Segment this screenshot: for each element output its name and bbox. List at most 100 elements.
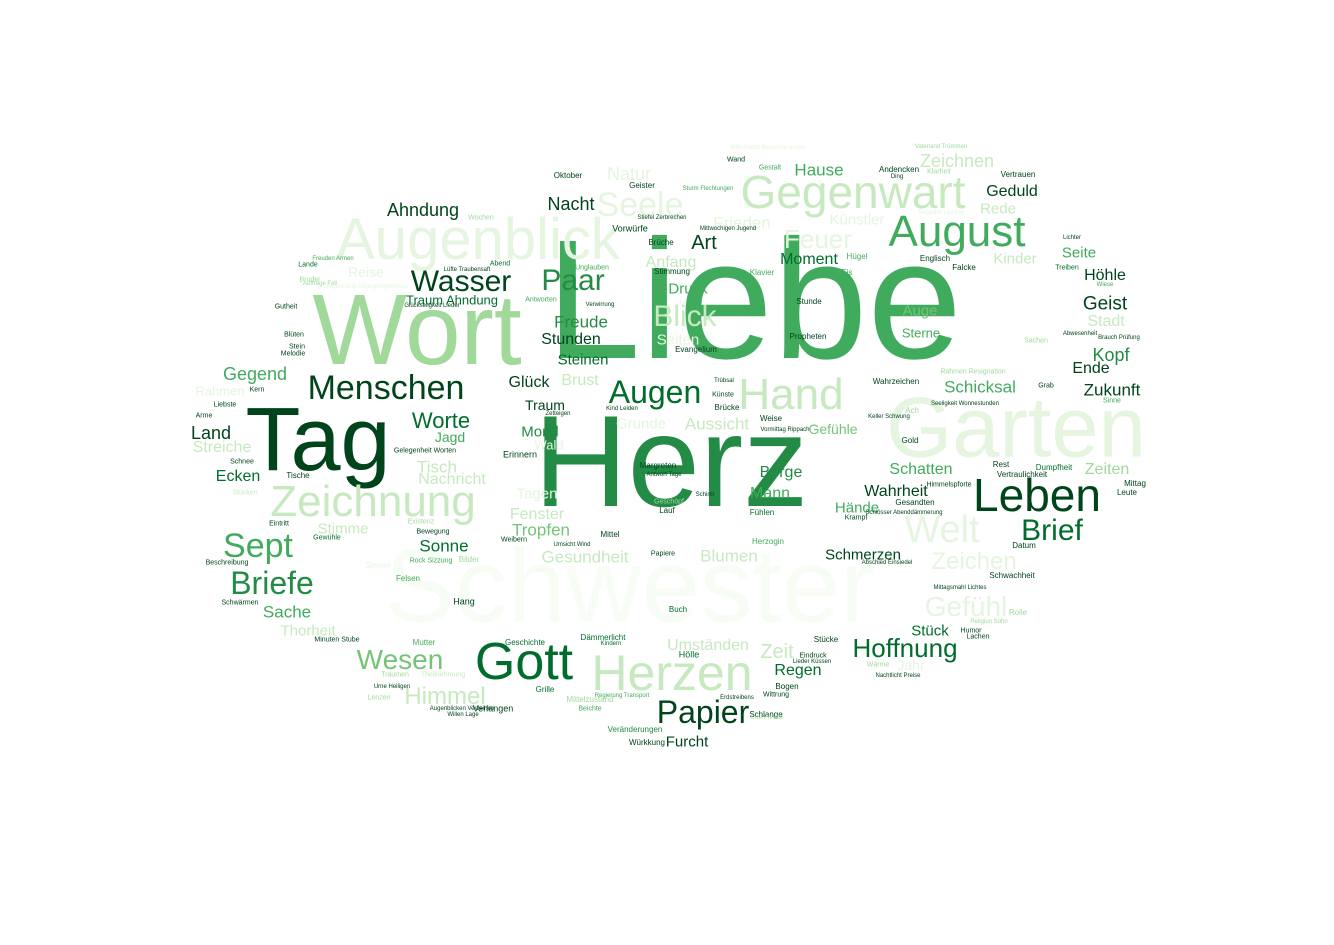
cloud-word: Steinen	[557, 351, 609, 369]
cloud-word: Klarheit	[927, 168, 951, 176]
cloud-word: Himmelspforte	[926, 481, 972, 489]
cloud-word: Keller Schwung	[868, 414, 910, 420]
cloud-word: Gesandten	[895, 498, 935, 507]
cloud-word: Stein	[289, 343, 305, 351]
cloud-word: Feuer	[784, 224, 852, 254]
cloud-word: Kinder	[993, 250, 1037, 268]
cloud-word: Aussicht	[684, 414, 750, 434]
cloud-word: Trübsal	[714, 378, 734, 384]
cloud-word: Hang	[453, 596, 475, 607]
cloud-word: Margreten	[639, 461, 677, 470]
cloud-word: Vertrauen	[1000, 170, 1036, 179]
cloud-word: Vertraulichkeit	[996, 470, 1048, 479]
cloud-word: Brust	[561, 372, 599, 389]
cloud-word: Rock Sizzung	[409, 557, 453, 565]
cloud-word: Rahmen Resignation	[940, 368, 1006, 376]
cloud-word: Sinne	[1103, 397, 1121, 405]
cloud-word: Rest	[992, 460, 1010, 469]
cloud-word: Hand	[738, 370, 844, 419]
cloud-word: Sache	[262, 602, 312, 622]
cloud-word: Abschied Einsiedel	[861, 560, 913, 566]
cloud-word: Blumen	[700, 546, 758, 566]
cloud-word: Blüten	[284, 331, 304, 339]
cloud-word: Englisch	[919, 254, 951, 263]
cloud-word: Glück	[508, 374, 550, 391]
cloud-word: Lichter	[1062, 235, 1082, 241]
cloud-word: Lieder Küssen	[792, 659, 832, 665]
cloud-word: Tag	[245, 390, 391, 490]
cloud-word: Eintritt	[269, 520, 289, 528]
cloud-word: Leute	[1116, 488, 1138, 497]
cloud-word: Evangelium	[675, 345, 717, 354]
cloud-word: Gefühl	[924, 591, 1008, 622]
cloud-word: Humor	[960, 627, 982, 635]
cloud-word: Abend	[489, 260, 511, 268]
cloud-word: Willen Lage	[447, 712, 479, 718]
cloud-word: Geduld	[986, 183, 1038, 200]
cloud-word: Geister	[629, 181, 655, 190]
cloud-word: Gewühle	[313, 534, 341, 542]
cloud-word: Sterne	[901, 325, 941, 341]
cloud-word: Mittag	[1124, 479, 1146, 488]
cloud-word: Existenz	[407, 518, 435, 526]
cloud-word: Ahndung	[386, 200, 460, 220]
cloud-word: Schatten	[889, 461, 953, 478]
cloud-word: Gesundheit	[541, 547, 629, 567]
cloud-word: Jagd	[434, 429, 466, 445]
cloud-word: Gefühle	[808, 421, 858, 437]
cloud-word: Lust Freude	[750, 715, 784, 721]
cloud-word: Ding	[890, 174, 904, 180]
cloud-word: Klavier	[749, 268, 775, 277]
cloud-word: Lauf	[659, 506, 675, 515]
cloud-word: Minuten Stube	[314, 636, 360, 644]
cloud-word: Eis	[841, 268, 853, 277]
cloud-word: Auge	[902, 302, 938, 320]
cloud-word: Dumpfheit	[1035, 463, 1073, 472]
cloud-word: Seeligkeit Wonnestunden	[931, 401, 999, 407]
cloud-word: Schwachheit	[989, 571, 1035, 580]
cloud-word: Arme	[195, 412, 213, 420]
cloud-word: Sept	[223, 527, 293, 565]
cloud-word: Gegenstand Übungsergebnisse	[323, 284, 409, 290]
cloud-word: Tagen	[516, 485, 558, 503]
cloud-word: Kindern	[600, 641, 622, 647]
cloud-word: Schnee	[230, 458, 254, 466]
cloud-word: Buch	[668, 605, 688, 614]
cloud-word: Andencken	[878, 165, 920, 174]
cloud-word: Vaterland Trümmen	[914, 144, 968, 150]
cloud-word: Falcke	[952, 263, 976, 272]
cloud-word: Traum	[525, 397, 565, 413]
cloud-word: Antwort Tage	[646, 472, 682, 478]
cloud-word: Bogen	[775, 682, 799, 691]
cloud-word: Datum	[1012, 541, 1036, 550]
cloud-word: Furcht	[665, 733, 709, 751]
cloud-word: Grille	[535, 685, 555, 694]
cloud-word: Fühlen	[749, 508, 775, 517]
cloud-word: Briefe	[230, 565, 314, 601]
cloud-word: Sturm Flechtungen	[682, 186, 734, 192]
cloud-word: Rolle	[1008, 608, 1028, 617]
cloud-word: Streiche	[192, 439, 252, 456]
cloud-word: Lande	[298, 261, 318, 269]
cloud-word: Menschen	[307, 369, 465, 407]
cloud-word: Oktober	[553, 171, 583, 180]
cloud-word: Stimmung	[653, 267, 691, 276]
cloud-word: Mittagsmahl Lichtes	[933, 585, 987, 591]
cloud-word: Bewegung	[416, 528, 450, 536]
cloud-word: Grab	[1038, 382, 1054, 390]
cloud-word: Umsicht Wind	[553, 542, 591, 548]
cloud-word: Unglauben	[575, 264, 609, 272]
cloud-word: Welt	[904, 509, 980, 551]
cloud-word: Treiben	[1055, 264, 1079, 272]
cloud-word: Beschreibung	[205, 559, 249, 567]
cloud-word: Schirm	[695, 492, 715, 498]
cloud-word: Propheten	[789, 332, 827, 341]
cloud-word: Augen	[608, 374, 702, 410]
cloud-word: Ecken	[215, 468, 261, 485]
cloud-word: Lachen	[966, 633, 990, 641]
cloud-word: Würkkung	[628, 738, 666, 747]
cloud-word: Kern	[249, 386, 265, 394]
cloud-word: Künstler	[829, 211, 885, 229]
cloud-word: Bilder	[458, 555, 480, 564]
cloud-word: Ende	[1072, 360, 1110, 377]
